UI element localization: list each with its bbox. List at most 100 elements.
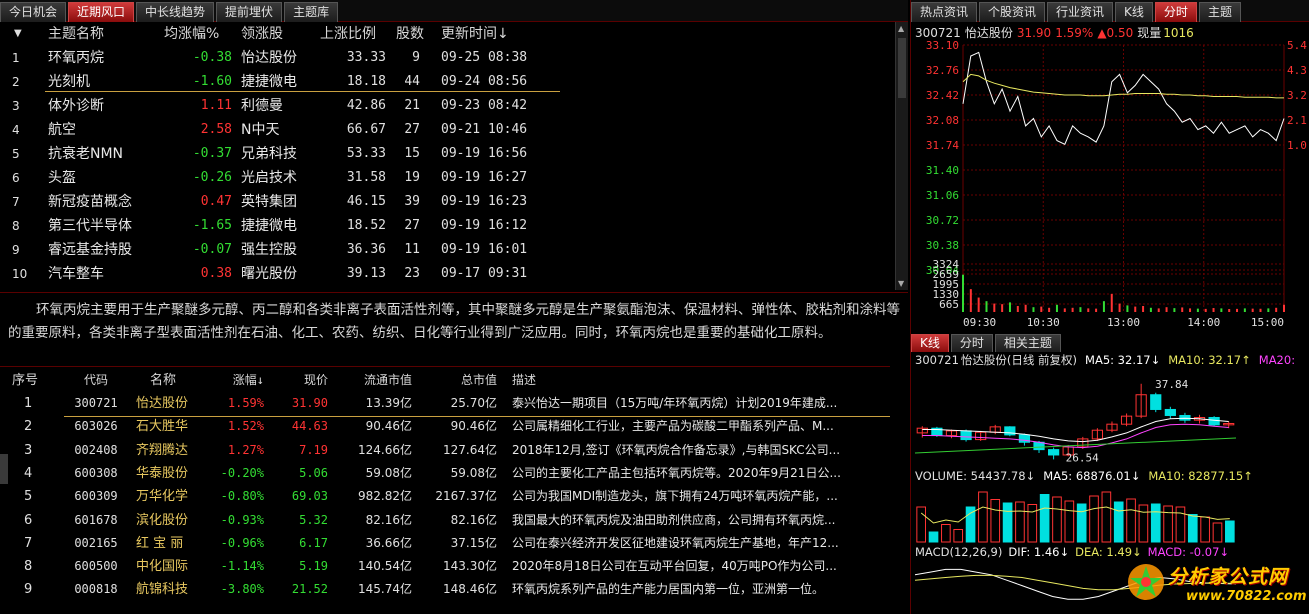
left-tab-2[interactable]: 中长线趋势 (136, 2, 215, 22)
header-update-time[interactable]: 更新时间↓ (441, 22, 509, 46)
stock-row[interactable]: 8 600500 中化国际 -1.14% 5.19 140.54亿 143.30亿 2020年… (0, 555, 890, 578)
topic-update-time: 09-23 08:42 (441, 98, 528, 113)
stock-float-cap: 124.66亿 (358, 442, 412, 457)
stock-total-cap: 143.30亿 (443, 559, 497, 574)
timeshare-chart[interactable]: 33.10 5.4 32.76 4.3 32.42 3.2 32.08 2.1 31.74 1.0… (911, 40, 1309, 330)
header-name[interactable]: 名称 (136, 369, 204, 392)
ts-x-tick: 15:00 (1251, 316, 1284, 329)
right-tab-1[interactable]: 个股资讯 (979, 2, 1046, 22)
volume-chart[interactable] (911, 484, 1309, 544)
topic-list-scrollbar[interactable]: ▲ ▼ (895, 22, 908, 290)
stock-row[interactable]: 2 603026 石大胜华 1.52% 44.63 90.46亿 90.46亿 公司属精细化工… (0, 415, 890, 438)
stock-change: 1.27% (227, 442, 264, 457)
topic-name: 抗衰老NMN (48, 146, 124, 162)
vol-bar (1175, 506, 1186, 543)
stock-total-cap: 25.70亿 (450, 396, 497, 410)
topic-row[interactable]: 10 汽车整车 0.38 曙光股份 39.13 23 09-17 09:31 (0, 262, 895, 286)
stock-code: 000818 (74, 582, 118, 597)
topic-row[interactable]: 4 航空 2.58 N中天 66.67 27 09-21 10:46 (0, 118, 895, 142)
right-tab-4[interactable]: 分时 (1154, 2, 1197, 22)
stock-code: 600308 (74, 465, 118, 480)
stock-row[interactable]: 7 002165 红 宝 丽 -0.96% 6.17 36.66亿 37.15亿 公司在泰兴经… (0, 532, 890, 555)
header-avg-change[interactable]: 均涨幅% (164, 22, 219, 46)
topic-row[interactable]: 6 头盔 -0.26 光启技术 31.58 19 09-19 16:27 (0, 166, 895, 190)
stock-float-cap: 145.74亿 (358, 582, 412, 597)
kline-tab-1[interactable]: 分时 (950, 334, 993, 352)
header-up-ratio[interactable]: 上涨比例 (320, 22, 376, 46)
ts-y-pct-tick: 1.0 (1287, 139, 1307, 152)
topic-up-ratio: 33.33 (346, 50, 386, 65)
topic-row[interactable]: 7 新冠疫苗概念 0.47 英特集团 46.15 39 09-19 16:23 (0, 190, 895, 214)
stock-price: 7.19 (299, 442, 328, 457)
scroll-down-icon[interactable]: ▼ (898, 279, 904, 288)
stock-table-scroll-handle[interactable] (0, 454, 8, 484)
header-leader[interactable]: 领涨股 (241, 22, 283, 46)
topic-list-header: ▼ 主题名称 均涨幅% 领涨股 上涨比例 股数 更新时间↓ (0, 22, 895, 46)
left-tab-4[interactable]: 主题库 (284, 2, 339, 22)
vol-bar (1052, 496, 1062, 543)
kl-ma10: MA10: 32.17↑ (1168, 353, 1251, 367)
stock-row[interactable]: 4 600308 华泰股份 -0.20% 5.06 59.08亿 59.08亿 公司的主要化工… (0, 462, 890, 485)
topic-row[interactable]: 3 体外诊断 1.11 利德曼 42.86 21 09-23 08:42 (0, 94, 895, 118)
topic-index: 9 (12, 243, 20, 257)
kline-tab-0[interactable]: K线 (911, 334, 949, 352)
left-tab-0[interactable]: 今日机会 (0, 2, 67, 22)
header-change[interactable]: 涨幅↓ (206, 369, 264, 392)
stock-row[interactable]: 6 601678 滨化股份 -0.93% 5.32 82.16亿 82.16亿 我国最大的环氧… (0, 509, 890, 532)
topic-update-time: 09-19 16:23 (441, 194, 528, 209)
ts-y-pct-tick: 2.1 (1287, 114, 1307, 127)
ts-y-tick: 30.72 (926, 214, 959, 227)
header-price[interactable]: 现价 (272, 369, 328, 392)
header-code[interactable]: 代码 (66, 369, 126, 392)
kl-ma5: MA5: 32.17↓ (1085, 353, 1161, 367)
scroll-up-icon[interactable]: ▲ (898, 24, 904, 33)
stock-float-cap: 59.08亿 (365, 465, 412, 480)
kline-tab-2[interactable]: 相关主题 (994, 334, 1061, 352)
header-count[interactable]: 股数 (396, 22, 424, 46)
stock-row[interactable]: 9 000818 航锦科技 -3.80% 21.52 145.74亿 148.46亿 环氧丙烷… (0, 578, 890, 601)
vol-bar (1187, 514, 1198, 543)
right-tab-3[interactable]: K线 (1115, 2, 1153, 22)
stock-total-cap: 37.15亿 (450, 535, 497, 550)
macd-dif: DIF: 1.46↓ (1008, 545, 1070, 559)
topic-row[interactable]: 9 睿远基金持股 -0.07 强生控股 36.36 11 09-19 16:01 (0, 238, 895, 262)
stock-row[interactable]: 3 002408 齐翔腾达 1.27% 7.19 124.66亿 127.64亿 2018年1… (0, 439, 890, 462)
kl-candle (1150, 394, 1162, 410)
sort-toggle-icon[interactable]: ▼ (14, 22, 22, 46)
kline-chart[interactable]: 37.84 26.54 (911, 368, 1309, 468)
left-tab-3[interactable]: 提前埋伏 (216, 2, 283, 22)
topic-avg-change: -0.26 (192, 170, 232, 185)
topic-row[interactable]: 1 环氧丙烷 -0.38 怡达股份 33.33 9 09-25 08:38 (0, 46, 895, 70)
header-topic-name[interactable]: 主题名称 (48, 22, 104, 46)
topic-avg-change: 0.47 (200, 194, 232, 209)
header-index[interactable]: 序号 (12, 369, 52, 392)
topic-row[interactable]: 8 第三代半导体 -1.65 捷捷微电 18.52 27 09-19 16:12 (0, 214, 895, 238)
vol-bar (978, 491, 988, 543)
vol-bar (1113, 501, 1124, 543)
topic-count: 21 (404, 98, 420, 113)
left-tab-1[interactable]: 近期风口 (68, 2, 135, 22)
stock-change: -0.20% (220, 465, 264, 480)
stock-row[interactable]: 5 600309 万华化学 -0.80% 69.03 982.82亿 2167.37亿 公司为… (0, 485, 890, 508)
ts-price: 31.90 (1016, 26, 1052, 40)
ts-y-tick: 31.06 (926, 189, 959, 202)
right-tab-5[interactable]: 主题 (1198, 2, 1241, 22)
stock-row[interactable]: 1 300721 怡达股份 1.59% 31.90 13.39亿 25.70亿 泰兴怡达一期项… (0, 392, 890, 415)
topic-leader: 兄弟科技 (241, 146, 297, 162)
header-desc[interactable]: 描述 (512, 369, 888, 392)
ts-y-tick: 32.76 (926, 64, 959, 77)
topic-name: 航空 (48, 122, 76, 138)
header-float-cap[interactable]: 流通市值 (336, 369, 412, 392)
right-tab-0[interactable]: 热点资讯 (911, 2, 978, 22)
right-tab-2[interactable]: 行业资讯 (1047, 2, 1114, 22)
logo-url: www.70822.com (1186, 589, 1307, 604)
topic-name: 体外诊断 (48, 98, 104, 114)
scroll-thumb[interactable] (898, 38, 906, 98)
topic-update-time: 09-25 08:38 (441, 50, 528, 65)
topic-count: 23 (404, 266, 420, 281)
topic-row[interactable]: 5 抗衰老NMN -0.37 兄弟科技 53.33 15 09-19 16:56 (0, 142, 895, 166)
header-total-cap[interactable]: 总市值 (420, 369, 497, 392)
stock-float-cap: 13.39亿 (365, 396, 412, 410)
kl-ma20: MA20: (1258, 353, 1296, 367)
topic-up-ratio: 39.13 (346, 266, 386, 281)
